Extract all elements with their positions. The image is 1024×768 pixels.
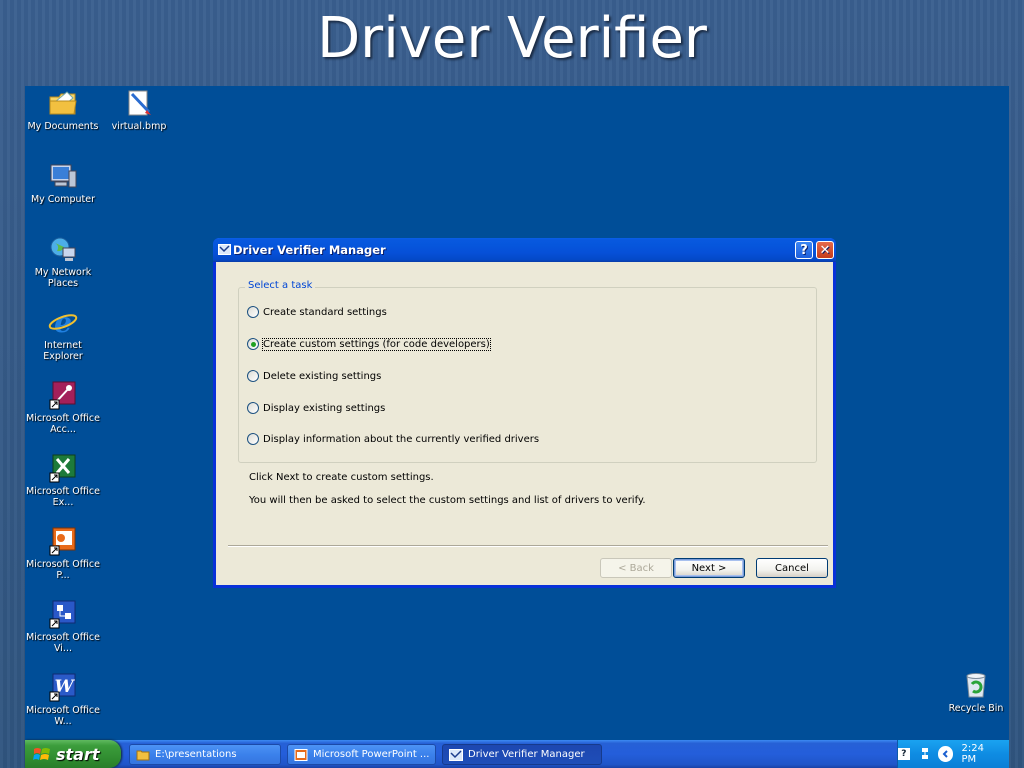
radio-button[interactable] bbox=[247, 402, 259, 414]
desktop-icon-my-documents[interactable]: My Documents bbox=[25, 88, 101, 132]
desktop-icon-label: Microsoft Office P... bbox=[26, 559, 100, 581]
verifier-app-icon bbox=[218, 244, 231, 255]
paint-file-icon bbox=[123, 88, 155, 118]
recycle-bin-icon bbox=[960, 670, 992, 700]
desktop-icon-label: virtual.bmp bbox=[111, 121, 167, 132]
word-shortcut-icon: W bbox=[47, 672, 79, 702]
visio-shortcut-icon bbox=[47, 599, 79, 629]
desktop-icon-virtual-bmp[interactable]: virtual.bmp bbox=[101, 88, 177, 132]
option-display-info[interactable]: Display information about the currently … bbox=[247, 433, 539, 445]
desktop-icon-label: My Network Places bbox=[34, 267, 92, 289]
option-label: Create standard settings bbox=[263, 306, 387, 318]
desktop-icon-label: Internet Explorer bbox=[43, 340, 83, 362]
option-create-standard[interactable]: Create standard settings bbox=[247, 306, 387, 318]
desktop-icon-office-excel[interactable]: Microsoft Office Ex... bbox=[25, 453, 101, 508]
desktop-icon-my-network-places[interactable]: My Network Places bbox=[25, 234, 101, 289]
desktop-icon-label: Microsoft Office W... bbox=[26, 705, 100, 727]
help-tray-icon[interactable]: ? bbox=[898, 748, 910, 760]
computer-icon bbox=[47, 161, 79, 191]
desktop-icon-my-computer[interactable]: My Computer bbox=[25, 161, 101, 205]
desktop-icon-label: My Documents bbox=[27, 121, 99, 132]
task-label: E:\presentations bbox=[155, 749, 237, 760]
back-button[interactable]: < Back bbox=[600, 558, 672, 578]
desktop-icon-label: Microsoft Office Ex... bbox=[26, 486, 100, 508]
option-label: Delete existing settings bbox=[263, 370, 382, 382]
next-button[interactable]: Next > bbox=[673, 558, 745, 578]
option-delete-existing[interactable]: Delete existing settings bbox=[247, 370, 381, 382]
desktop-icon-label: Microsoft Office Acc... bbox=[26, 413, 100, 435]
desktop-icon-internet-explorer[interactable]: e Internet Explorer bbox=[25, 306, 101, 362]
task-powerpoint[interactable]: Microsoft PowerPoint ... bbox=[287, 744, 436, 765]
info-text-1: Click Next to create custom settings. bbox=[249, 472, 434, 483]
task-label: Microsoft PowerPoint ... bbox=[313, 749, 430, 760]
desktop-icon-office-powerpoint[interactable]: Microsoft Office P... bbox=[25, 526, 101, 581]
access-shortcut-icon bbox=[47, 380, 79, 410]
svg-text:e: e bbox=[54, 307, 72, 337]
powerpoint-icon bbox=[294, 748, 308, 761]
clock: 2:24 PM bbox=[961, 743, 984, 765]
windows-logo-icon bbox=[33, 746, 51, 762]
desktop-icon-label: Recycle Bin bbox=[948, 703, 1004, 714]
task-label: Driver Verifier Manager bbox=[468, 749, 585, 760]
task-driver-verifier[interactable]: Driver Verifier Manager bbox=[442, 744, 602, 765]
slide-title: Driver Verifier bbox=[317, 6, 707, 71]
desktop-icon-office-visio[interactable]: Microsoft Office Vi... bbox=[25, 599, 101, 654]
option-display-existing[interactable]: Display existing settings bbox=[247, 402, 385, 414]
desktop-icon-office-word[interactable]: W Microsoft Office W... bbox=[25, 672, 101, 727]
desktop-icon-label: Microsoft Office Vi... bbox=[26, 632, 100, 654]
dialog-titlebar[interactable]: Driver Verifier Manager ? ✕ bbox=[213, 238, 836, 262]
powerpoint-shortcut-icon bbox=[47, 526, 79, 556]
group-label: Select a task bbox=[245, 280, 316, 291]
radio-button[interactable] bbox=[247, 306, 259, 318]
help-button[interactable]: ? bbox=[795, 241, 813, 259]
internet-explorer-icon: e bbox=[47, 306, 79, 339]
radio-button-selected[interactable] bbox=[247, 338, 259, 350]
taskbar: start E:\presentations Microsoft PowerPo… bbox=[25, 740, 1009, 768]
task-groupbox: Select a task Create standard settings C… bbox=[238, 280, 817, 463]
cancel-button[interactable]: Cancel bbox=[756, 558, 828, 578]
tray-expand-icon[interactable] bbox=[937, 746, 954, 762]
radio-button[interactable] bbox=[247, 433, 259, 445]
option-label: Display information about the currently … bbox=[263, 433, 540, 445]
system-tray: ? 2:24 PM bbox=[897, 740, 1009, 768]
verifier-app-icon bbox=[449, 748, 463, 761]
option-label: Create custom settings (for code develop… bbox=[262, 337, 491, 351]
excel-shortcut-icon bbox=[47, 453, 79, 483]
desktop-icon-label: My Computer bbox=[30, 194, 96, 205]
desktop-icon-recycle-bin[interactable]: Recycle Bin bbox=[938, 670, 1009, 714]
dialog-title: Driver Verifier Manager bbox=[233, 243, 386, 257]
folder-icon bbox=[47, 88, 79, 118]
info-text-2: You will then be asked to select the cus… bbox=[249, 495, 646, 506]
driver-verifier-dialog: Driver Verifier Manager ? ✕ Select a tas… bbox=[213, 238, 836, 588]
task-explorer-presentations[interactable]: E:\presentations bbox=[129, 744, 281, 765]
desktop-icon-office-access[interactable]: Microsoft Office Acc... bbox=[25, 380, 101, 435]
option-create-custom[interactable]: Create custom settings (for code develop… bbox=[247, 337, 491, 351]
option-label: Display existing settings bbox=[263, 402, 386, 414]
network-tray-icon[interactable] bbox=[920, 747, 930, 761]
folder-icon bbox=[136, 749, 150, 761]
start-button[interactable]: start bbox=[25, 740, 121, 768]
radio-button[interactable] bbox=[247, 370, 259, 382]
close-button[interactable]: ✕ bbox=[816, 241, 834, 259]
start-label: start bbox=[56, 744, 100, 764]
network-globe-icon bbox=[47, 234, 79, 264]
separator bbox=[228, 545, 828, 547]
